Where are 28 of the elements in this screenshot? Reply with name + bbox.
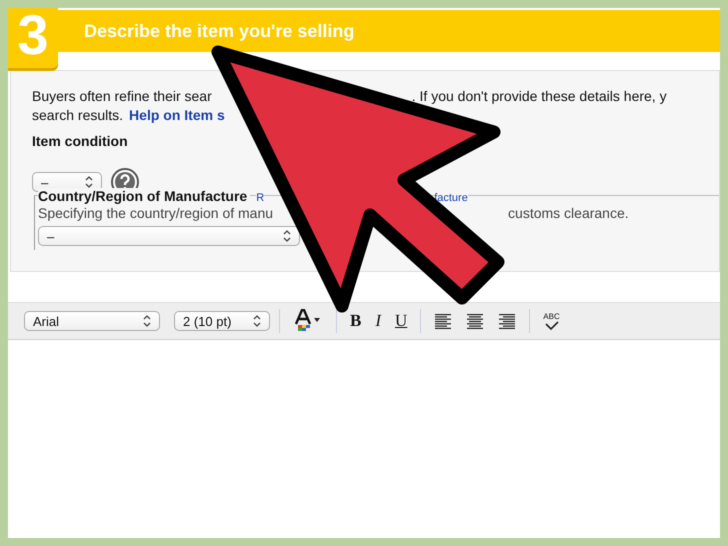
- intro-text: search results.: [32, 106, 124, 125]
- intro-text: Buyers often refine their sear: [32, 87, 212, 106]
- font-select[interactable]: Arial: [24, 311, 160, 331]
- align-right-icon: [498, 312, 516, 330]
- fieldset-legend: Country/Region of Manufacture: [38, 188, 250, 204]
- updown-arrows-icon: [253, 315, 261, 327]
- spellcheck-button[interactable]: ABC: [539, 308, 564, 334]
- align-left-icon: [434, 312, 452, 330]
- updown-arrows-icon: [85, 176, 93, 188]
- step-number: 3: [8, 8, 58, 68]
- step-title: Describe the item you're selling: [84, 20, 354, 42]
- size-select[interactable]: 2 (10 pt): [174, 311, 270, 331]
- fieldset-link[interactable]: R: [256, 192, 264, 204]
- checkmark-icon: [544, 320, 560, 330]
- help-link[interactable]: Help on Item s: [129, 106, 225, 125]
- description-text: Specifying the country/region of manu: [38, 204, 274, 223]
- updown-arrows-icon: [143, 315, 151, 327]
- italic-button[interactable]: I: [371, 308, 386, 334]
- align-center-icon: [466, 312, 484, 330]
- intro-text: . If you don't provide these details here, y: [412, 87, 667, 106]
- description-text: customs clearance.: [508, 204, 629, 223]
- fieldset-link[interactable]: facture: [434, 192, 468, 204]
- underline-button[interactable]: U: [391, 308, 412, 334]
- updown-arrows-icon: [283, 230, 291, 242]
- text-color-icon: [293, 309, 323, 333]
- item-condition-label: Item condition: [32, 133, 129, 149]
- bold-button[interactable]: B: [346, 308, 366, 334]
- country-select[interactable]: –: [38, 226, 300, 246]
